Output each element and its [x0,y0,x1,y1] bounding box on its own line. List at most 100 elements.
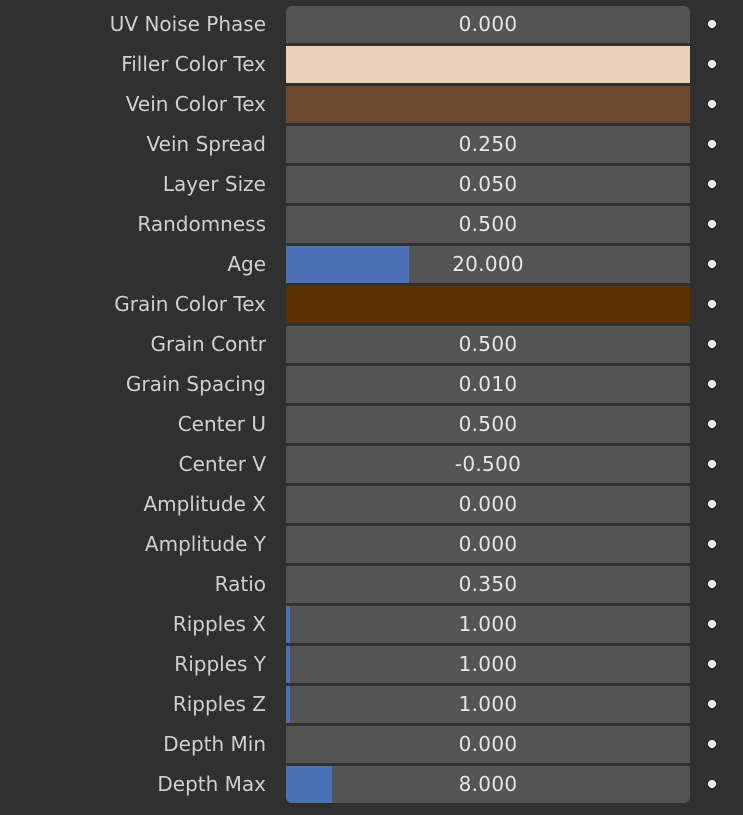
property-row-ripples-z: Ripples Z 1.000 [0,684,743,724]
property-label-ripples-z: Ripples Z [172,692,266,716]
property-row-amplitude-y: Amplitude Y 0.000 [0,524,743,564]
property-row-vein-spread: Vein Spread 0.250 [0,124,743,164]
property-row-uv-noise-phase: UV Noise Phase 0.000 [0,4,743,44]
number-field-center-v[interactable]: -0.500 [286,446,690,483]
number-field-ratio[interactable]: 0.350 [286,566,690,603]
property-label-center-u: Center U [177,412,266,436]
keyframe-dot-icon[interactable] [708,620,716,628]
property-value: 1.000 [458,692,518,716]
property-value: 0.000 [458,532,518,556]
keyframe-dot-icon[interactable] [708,780,716,788]
property-row-ripples-x: Ripples X 1.000 [0,604,743,644]
property-row-filler-color-tex: Filler Color Tex [0,44,743,84]
property-value: 0.250 [458,132,518,156]
keyframe-dot-icon[interactable] [708,300,716,308]
property-row-depth-min: Depth Min 0.000 [0,724,743,764]
property-value: 0.000 [458,492,518,516]
property-row-center-v: Center V -0.500 [0,444,743,484]
property-label-grain-color-tex: Grain Color Tex [114,292,266,316]
color-swatch-fill [286,86,690,123]
color-swatch-fill [286,286,690,323]
property-row-grain-spacing: Grain Spacing 0.010 [0,364,743,404]
number-field-ripples-y[interactable]: 1.000 [286,646,690,683]
property-row-depth-max: Depth Max 8.000 [0,764,743,804]
property-value: 0.000 [458,12,518,36]
property-label-grain-contr: Grain Contr [150,332,266,356]
keyframe-dot-icon[interactable] [708,20,716,28]
number-field-grain-spacing[interactable]: 0.010 [286,366,690,403]
number-field-grain-contr[interactable]: 0.500 [286,326,690,363]
keyframe-dot-icon[interactable] [708,100,716,108]
property-label-vein-color-tex: Vein Color Tex [125,92,266,116]
property-label-amplitude-y: Amplitude Y [144,532,266,556]
property-value: 0.050 [458,172,518,196]
keyframe-dot-icon[interactable] [708,220,716,228]
keyframe-dot-icon[interactable] [708,500,716,508]
property-label-amplitude-x: Amplitude X [143,492,266,516]
property-row-center-u: Center U 0.500 [0,404,743,444]
property-row-ripples-y: Ripples Y 1.000 [0,644,743,684]
keyframe-dot-icon[interactable] [708,700,716,708]
number-field-ripples-z[interactable]: 1.000 [286,686,690,723]
property-row-vein-color-tex: Vein Color Tex [0,84,743,124]
number-field-layer-size[interactable]: 0.050 [286,166,690,203]
keyframe-dot-icon[interactable] [708,260,716,268]
keyframe-dot-icon[interactable] [708,420,716,428]
keyframe-dot-icon[interactable] [708,140,716,148]
number-field-age[interactable]: 20.000 [286,246,690,283]
property-row-grain-contr: Grain Contr 0.500 [0,324,743,364]
color-swatch-vein-color-tex[interactable] [286,86,690,123]
number-field-uv-noise-phase[interactable]: 0.000 [286,6,690,43]
keyframe-dot-icon[interactable] [708,180,716,188]
property-row-grain-color-tex: Grain Color Tex [0,284,743,324]
keyframe-dot-icon[interactable] [708,340,716,348]
number-field-depth-max[interactable]: 8.000 [286,766,690,803]
property-label-ratio: Ratio [214,572,266,596]
number-field-randomness[interactable]: 0.500 [286,206,690,243]
number-field-vein-spread[interactable]: 0.250 [286,126,690,163]
property-label-ripples-x: Ripples X [172,612,266,636]
keyframe-dot-icon[interactable] [708,580,716,588]
number-field-amplitude-x[interactable]: 0.000 [286,486,690,523]
property-value: 1.000 [458,612,518,636]
keyframe-dot-icon[interactable] [708,380,716,388]
property-value: 0.010 [458,372,518,396]
property-row-amplitude-x: Amplitude X 0.000 [0,484,743,524]
number-field-center-u[interactable]: 0.500 [286,406,690,443]
property-value: 0.500 [458,412,518,436]
property-value: 1.000 [458,652,518,676]
property-value: 0.500 [458,332,518,356]
property-row-layer-size: Layer Size 0.050 [0,164,743,204]
properties-panel: UV Noise Phase 0.000 Filler Color Tex Vein … [0,0,743,815]
property-label-uv-noise-phase: UV Noise Phase [109,12,266,36]
property-label-layer-size: Layer Size [162,172,266,196]
property-label-center-v: Center V [178,452,266,476]
color-swatch-fill [286,46,690,83]
keyframe-dot-icon[interactable] [708,540,716,548]
keyframe-dot-icon[interactable] [708,60,716,68]
property-value: 0.000 [458,732,518,756]
color-swatch-filler-color-tex[interactable] [286,46,690,83]
property-label-vein-spread: Vein Spread [146,132,266,156]
keyframe-dot-icon[interactable] [708,740,716,748]
property-label-filler-color-tex: Filler Color Tex [121,52,266,76]
property-value: 0.500 [458,212,518,236]
property-row-ratio: Ratio 0.350 [0,564,743,604]
property-label-depth-min: Depth Min [163,732,266,756]
property-row-age: Age 20.000 [0,244,743,284]
number-field-ripples-x[interactable]: 1.000 [286,606,690,643]
property-label-grain-spacing: Grain Spacing [125,372,266,396]
property-value: 20.000 [452,252,524,276]
property-value: 0.350 [458,572,518,596]
property-label-randomness: Randomness [137,212,266,236]
property-value: 8.000 [458,772,518,796]
property-label-depth-max: Depth Max [157,772,266,796]
keyframe-dot-icon[interactable] [708,660,716,668]
property-label-ripples-y: Ripples Y [174,652,266,676]
keyframe-dot-icon[interactable] [708,460,716,468]
number-field-depth-min[interactable]: 0.000 [286,726,690,763]
property-value: -0.500 [454,452,522,476]
number-field-amplitude-y[interactable]: 0.000 [286,526,690,563]
color-swatch-grain-color-tex[interactable] [286,286,690,323]
property-label-age: Age [227,252,266,276]
